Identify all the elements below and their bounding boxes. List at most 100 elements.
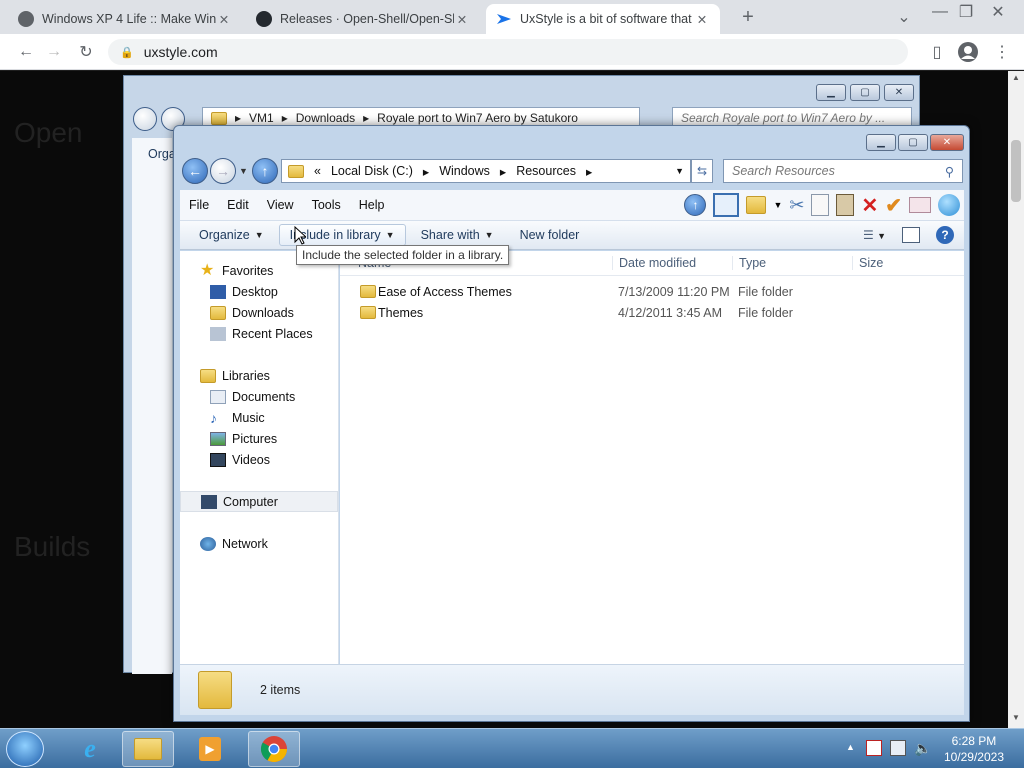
explorer-window[interactable]: ▁ ▢ ✕ ← → ▼ ↑ « Local Disk (C:) ▸ Window…	[173, 125, 970, 722]
breadcrumb-item[interactable]: VM1	[249, 111, 274, 125]
network-tray-icon[interactable]	[890, 740, 906, 756]
up-folder-icon[interactable]: ↑	[684, 194, 707, 216]
recent-pages-chevron-icon[interactable]: ▼	[239, 166, 248, 176]
nav-pictures[interactable]: Pictures	[180, 428, 338, 449]
volume-muted-icon[interactable]: 🔈	[914, 740, 931, 757]
forward-arrow-icon[interactable]: →	[42, 40, 66, 64]
nav-libraries[interactable]: Libraries	[180, 365, 338, 386]
close-icon[interactable]: ✕	[884, 84, 914, 101]
scroll-up-arrow-icon[interactable]: ▲	[1012, 73, 1020, 82]
delete-x-icon[interactable]: ✕	[861, 193, 878, 218]
back-arrow-icon[interactable]	[133, 107, 157, 131]
copy-icon[interactable]	[811, 194, 830, 216]
menu-help[interactable]: Help	[350, 198, 394, 212]
nav-documents[interactable]: Documents	[180, 386, 338, 407]
profile-avatar-icon[interactable]	[956, 40, 980, 64]
menu-edit[interactable]: Edit	[218, 198, 258, 212]
folder-icon	[360, 285, 376, 298]
tab-windows-xp-4-life[interactable]: Windows XP 4 Life :: Make Windo ✕	[8, 4, 242, 34]
menu-tools[interactable]: Tools	[303, 198, 350, 212]
maximize-icon[interactable]: ▢	[898, 134, 928, 151]
search-input[interactable]: Search Resources ⚲	[723, 159, 963, 183]
bg-organize-button[interactable]: Orga	[132, 138, 176, 161]
breadcrumb-sep[interactable]: ▸	[500, 164, 506, 179]
table-row[interactable]: Themes 4/12/2011 3:45 AM File folder	[340, 302, 964, 323]
navigation-pane: ★ Favorites Desktop Downloads Recent Plac…	[180, 251, 339, 664]
address-bar[interactable]: « Local Disk (C:) ▸ Windows ▸ Resources …	[281, 159, 691, 183]
system-clock[interactable]: 6:28 PM 10/29/2023	[944, 733, 1004, 765]
side-panel-icon[interactable]: ▯	[925, 40, 949, 64]
column-size[interactable]: Size	[852, 256, 883, 270]
paste-clipboard-icon[interactable]	[836, 194, 855, 216]
tab-uxstyle[interactable]: UxStyle is a bit of software that m ✕	[486, 4, 720, 34]
reload-icon[interactable]: ↻	[74, 40, 98, 64]
menu-file[interactable]: File	[180, 198, 218, 212]
up-arrow-icon[interactable]: ↑	[252, 158, 278, 184]
nav-computer[interactable]: Computer	[180, 491, 338, 512]
tab-open-shell-releases[interactable]: Releases · Open-Shell/Open-She ✕	[246, 4, 480, 34]
back-arrow-icon[interactable]: ←	[182, 158, 208, 184]
internet-explorer-icon[interactable]: e	[64, 731, 116, 767]
organize-button[interactable]: Organize ▼	[188, 224, 275, 246]
minimize-icon[interactable]: ▁	[816, 84, 846, 101]
nav-network[interactable]: Network	[180, 533, 338, 554]
tab-search-chevron-icon[interactable]: ⌄	[892, 5, 916, 29]
scrollbar-thumb[interactable]	[1011, 140, 1021, 202]
clock-date: 10/29/2023	[943, 750, 1004, 764]
select-checkmark-icon[interactable]: ✔	[885, 193, 902, 218]
nav-label: Documents	[232, 389, 296, 404]
help-icon[interactable]: ?	[936, 226, 954, 244]
view-options-icon[interactable]: ☰ ▼	[863, 228, 886, 242]
minimize-icon[interactable]: —	[928, 0, 952, 24]
nav-music[interactable]: ♪ Music	[180, 407, 338, 428]
action-center-flag-icon[interactable]	[866, 740, 882, 756]
scroll-down-arrow-icon[interactable]: ▼	[1012, 713, 1020, 722]
new-tab-button[interactable]: +	[736, 5, 760, 29]
nav-recent-places[interactable]: Recent Places	[180, 323, 338, 344]
breadcrumb-item[interactable]: Local Disk (C:)	[331, 164, 413, 178]
nav-label: Music	[232, 410, 265, 425]
table-row[interactable]: Ease of Access Themes 7/13/2009 11:20 PM…	[340, 281, 964, 302]
address-bar[interactable]: 🔒 uxstyle.com	[108, 39, 908, 65]
close-icon[interactable]: ✕	[216, 12, 232, 27]
column-type[interactable]: Type	[732, 256, 766, 270]
menu-kebab-icon[interactable]: ⋮	[990, 40, 1014, 64]
refresh-icon[interactable]: ⇆	[691, 159, 713, 183]
preview-pane-icon[interactable]	[713, 193, 740, 217]
back-arrow-icon[interactable]: ←	[14, 40, 38, 64]
preview-pane-icon[interactable]	[902, 227, 920, 243]
nav-desktop[interactable]: Desktop	[180, 281, 338, 302]
media-player-icon[interactable]: ▶	[184, 731, 236, 767]
cut-scissors-icon[interactable]: ✂	[789, 195, 804, 216]
restore-icon[interactable]: ❐	[954, 0, 978, 24]
close-icon[interactable]: ✕	[454, 12, 470, 27]
close-icon[interactable]: ✕	[694, 12, 710, 27]
maximize-icon[interactable]: ▢	[850, 84, 880, 101]
breadcrumb-item[interactable]: Resources	[516, 164, 576, 178]
breadcrumb-sep[interactable]: ▸	[423, 164, 429, 179]
start-button-windows-icon[interactable]	[6, 731, 44, 767]
column-date-modified[interactable]: Date modified	[612, 256, 696, 270]
close-icon[interactable]: ✕	[930, 134, 964, 151]
dropdown-chevron-icon[interactable]: ▼	[773, 200, 782, 210]
explorer-taskbar-icon[interactable]	[122, 731, 174, 767]
nav-videos[interactable]: Videos	[180, 449, 338, 470]
show-hidden-icons-chevron-icon[interactable]: ▲	[846, 742, 855, 752]
chrome-icon[interactable]	[248, 731, 300, 767]
breadcrumb-sep[interactable]: ▸	[586, 164, 592, 179]
properties-folder-icon[interactable]	[746, 196, 767, 214]
close-window-icon[interactable]: ✕	[986, 0, 1010, 24]
menu-view[interactable]: View	[258, 198, 303, 212]
breadcrumb-item[interactable]: Royale port to Win7 Aero by Satukoro	[377, 111, 578, 125]
new-folder-button[interactable]: New folder	[509, 224, 591, 246]
email-icon[interactable]	[909, 197, 931, 213]
address-dropdown-icon[interactable]: ▼	[675, 166, 684, 176]
minimize-icon[interactable]: ▁	[866, 134, 896, 151]
breadcrumb-item[interactable]: Windows	[439, 164, 490, 178]
forward-arrow-icon[interactable]: →	[210, 158, 236, 184]
nav-downloads[interactable]: Downloads	[180, 302, 338, 323]
share-with-button[interactable]: Share with ▼	[410, 224, 505, 246]
breadcrumb-item[interactable]: Downloads	[296, 111, 355, 125]
globe-icon[interactable]	[938, 194, 960, 216]
breadcrumb-overflow[interactable]: «	[314, 164, 321, 178]
